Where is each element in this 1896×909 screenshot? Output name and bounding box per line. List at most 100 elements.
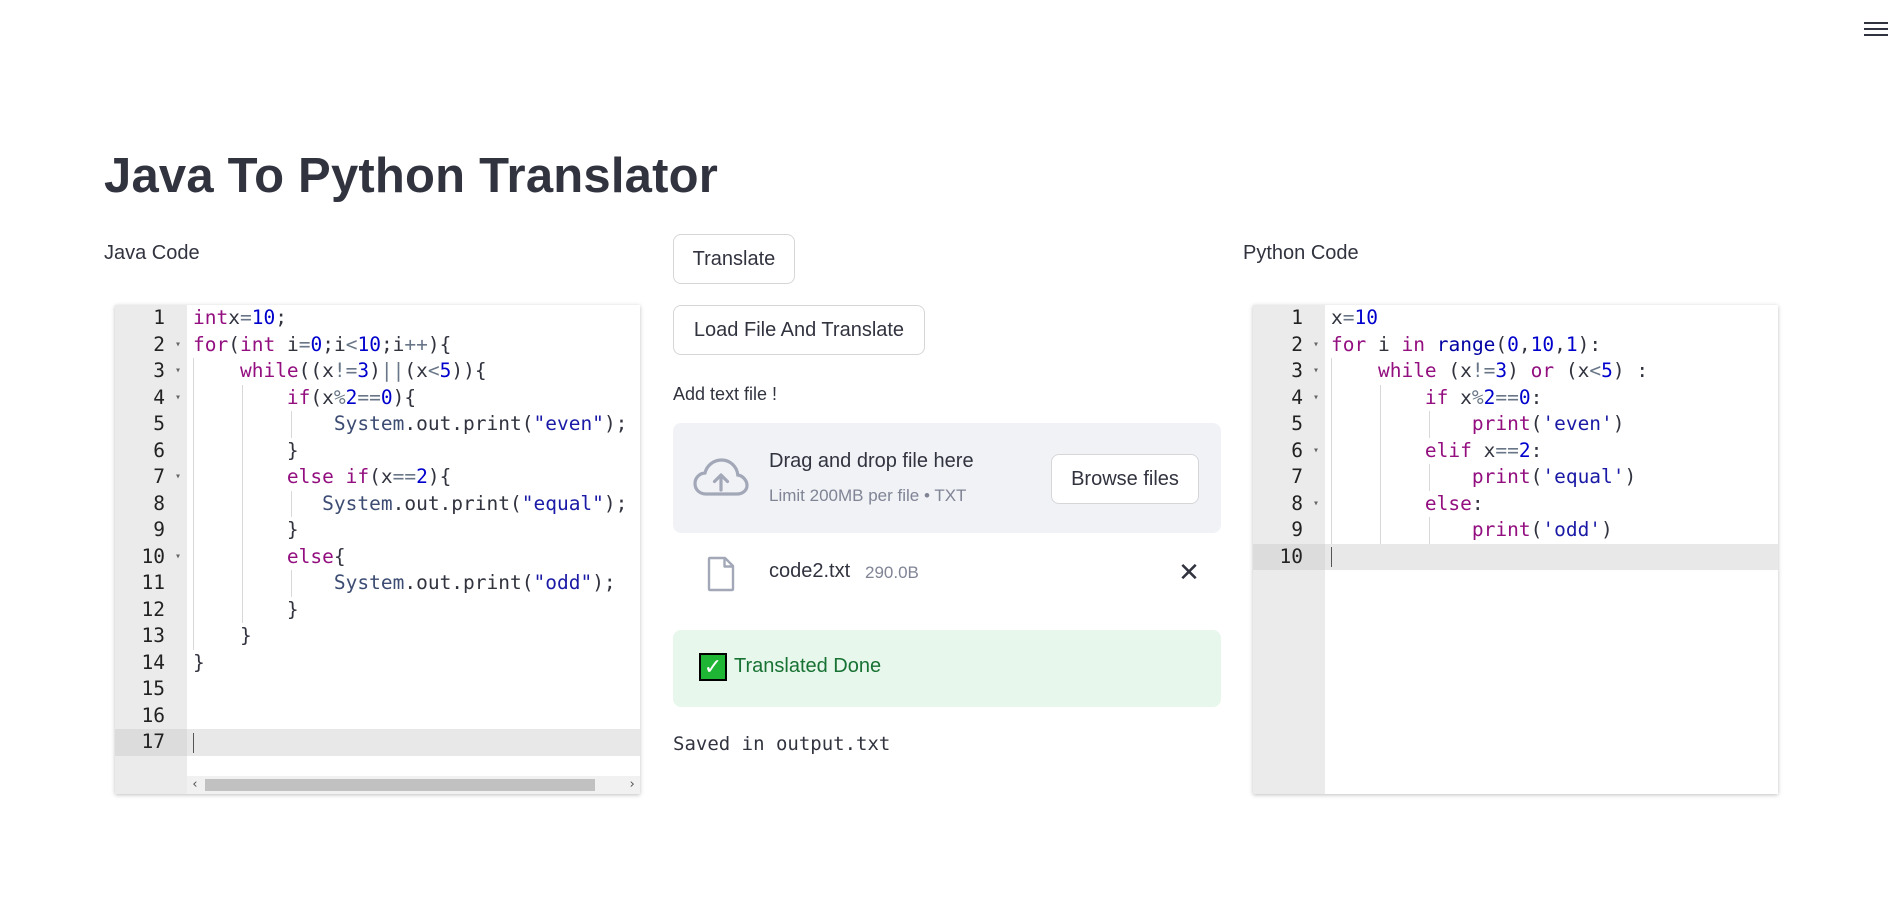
code-text: }	[193, 597, 299, 621]
line-number: 1	[115, 305, 187, 332]
indent-guide	[1429, 411, 1430, 438]
code-line[interactable]: if(x%2==0){	[187, 385, 640, 412]
code-line[interactable]: System.out.print("equal");	[187, 491, 640, 518]
code-line[interactable]: if x%2==0:	[1325, 385, 1778, 412]
code-line[interactable]: intx=10;	[187, 305, 640, 332]
line-number: 9	[1253, 517, 1325, 544]
line-number-text: 12	[141, 597, 165, 621]
code-line[interactable]: }	[187, 597, 640, 624]
code-text: for i in range(0,10,1):	[1331, 332, 1602, 356]
dropzone-title: Drag and drop file here	[769, 450, 974, 472]
line-number: 7	[1253, 464, 1325, 491]
code-line[interactable]: System.out.print("odd");	[187, 570, 640, 597]
line-number: 6 ▾	[1253, 438, 1325, 465]
python-code-area[interactable]: x=10 for i in range(0,10,1): while (x!=3)…	[1325, 305, 1778, 794]
success-alert: ✓ Translated Done	[673, 630, 1221, 707]
code-line[interactable]: for i in range(0,10,1):	[1325, 332, 1778, 359]
line-number: 12	[115, 597, 187, 624]
line-number: 10	[1253, 543, 1325, 570]
fold-arrow-icon[interactable]: ▾	[1313, 358, 1319, 385]
line-number: 3 ▾	[1253, 358, 1325, 385]
python-code-label: Python Code	[1243, 242, 1359, 264]
line-number-text: 4	[153, 385, 165, 409]
fold-arrow-icon[interactable]: ▾	[1313, 491, 1319, 518]
fold-arrow-icon[interactable]: ▾	[175, 544, 181, 571]
code-line[interactable]: System.out.print("even");	[187, 411, 640, 438]
line-number: 3 ▾	[115, 358, 187, 385]
line-number: 8	[115, 491, 187, 518]
code-line[interactable]: }	[187, 623, 640, 650]
line-number-text: 2	[1291, 332, 1303, 356]
indent-guide	[291, 570, 292, 597]
code-line[interactable]	[187, 729, 640, 756]
text-cursor	[193, 732, 194, 753]
code-text: while((x!=3)||(x<5)){	[239, 359, 487, 382]
java-gutter: 1 2 ▾ 3 ▾ 4 ▾ 5 6 7 ▾ 8 9 10 ▾ 11 12 13 14 15 16 17	[115, 305, 187, 794]
python-code-editor[interactable]: 1 2 ▾ 3 ▾ 4 ▾ 5 6 ▾ 7 8 ▾ 9 10 x=10 for i in range(0,10…	[1253, 305, 1778, 794]
translate-button[interactable]: Translate	[673, 234, 795, 284]
line-number: 2 ▾	[1253, 332, 1325, 359]
file-dropzone[interactable]: Drag and drop file here Limit 200MB per …	[673, 423, 1221, 533]
code-text: else{	[286, 544, 346, 568]
page-title: Java To Python Translator	[104, 149, 719, 203]
line-number: 11	[115, 570, 187, 597]
code-line[interactable]: else if(x==2){	[187, 464, 640, 491]
code-line[interactable]: print('odd')	[1325, 517, 1778, 544]
java-code-editor[interactable]: 1 2 ▾ 3 ▾ 4 ▾ 5 6 7 ▾ 8 9 10 ▾ 11 12 13 14 15 16 17 intx=10; f…	[115, 305, 640, 794]
code-line[interactable]	[1325, 543, 1778, 570]
python-gutter: 1 2 ▾ 3 ▾ 4 ▾ 5 6 ▾ 7 8 ▾ 9 10	[1253, 305, 1325, 794]
fold-arrow-icon[interactable]: ▾	[175, 385, 181, 412]
code-line[interactable]: elif x==2:	[1325, 438, 1778, 465]
scroll-right-icon[interactable]: ›	[624, 776, 640, 794]
fold-arrow-icon[interactable]: ▾	[175, 358, 181, 385]
code-text: }	[193, 650, 205, 674]
code-line[interactable]: print('equal')	[1325, 464, 1778, 491]
line-number-text: 3	[153, 359, 165, 382]
code-line[interactable]: else{	[187, 544, 640, 571]
java-horizontal-scrollbar[interactable]: ‹ ›	[187, 776, 640, 794]
cloud-upload-icon	[693, 458, 749, 496]
code-line[interactable]: }	[187, 438, 640, 465]
remove-file-close-icon[interactable]: ✕	[1171, 554, 1207, 590]
line-number-text: 9	[1291, 518, 1303, 541]
line-number: 1	[1253, 305, 1325, 332]
code-line[interactable]: else:	[1325, 491, 1778, 518]
indent-guide	[1331, 358, 1332, 544]
line-number-text: 4	[1291, 385, 1303, 409]
indent-guide	[291, 490, 292, 517]
check-mark-icon: ✓	[699, 653, 727, 681]
fold-arrow-icon[interactable]: ▾	[1313, 438, 1319, 465]
fold-arrow-icon[interactable]: ▾	[175, 332, 181, 359]
line-number-text: 7	[153, 465, 165, 488]
line-number-text: 1	[153, 306, 165, 329]
code-line[interactable]: }	[187, 650, 640, 677]
line-number-text: 15	[141, 677, 165, 700]
code-text: if(x%2==0){	[286, 385, 417, 409]
line-number: 5	[1253, 411, 1325, 438]
line-number-text: 9	[153, 518, 165, 541]
code-line[interactable]: x=10	[1325, 305, 1778, 332]
code-text: }	[193, 438, 299, 462]
scrollbar-thumb[interactable]	[205, 779, 595, 791]
line-number-text: 8	[1291, 491, 1303, 515]
code-line[interactable]	[187, 676, 640, 703]
code-text: else:	[1424, 491, 1484, 515]
hamburger-menu-icon[interactable]	[1864, 18, 1888, 40]
line-number-text: 13	[141, 624, 165, 647]
fold-arrow-icon[interactable]: ▾	[175, 464, 181, 491]
load-file-and-translate-button[interactable]: Load File And Translate	[673, 305, 925, 355]
code-line[interactable]: }	[187, 517, 640, 544]
scroll-left-icon[interactable]: ‹	[187, 776, 203, 794]
code-line[interactable]	[187, 703, 640, 730]
line-number-text: 11	[141, 571, 165, 594]
code-line[interactable]: while((x!=3)||(x<5)){	[187, 358, 640, 385]
browse-files-button[interactable]: Browse files	[1051, 454, 1199, 504]
java-code-area[interactable]: intx=10; for(int i=0;i<10;i++){ while((x!…	[187, 305, 640, 794]
fold-arrow-icon[interactable]: ▾	[1313, 332, 1319, 359]
code-line[interactable]: for(int i=0;i<10;i++){	[187, 332, 640, 359]
line-number-text: 6	[153, 438, 165, 462]
code-line[interactable]: while (x!=3) or (x<5) :	[1325, 358, 1778, 385]
code-line[interactable]: print('even')	[1325, 411, 1778, 438]
line-number-text: 14	[141, 650, 165, 674]
fold-arrow-icon[interactable]: ▾	[1313, 385, 1319, 412]
